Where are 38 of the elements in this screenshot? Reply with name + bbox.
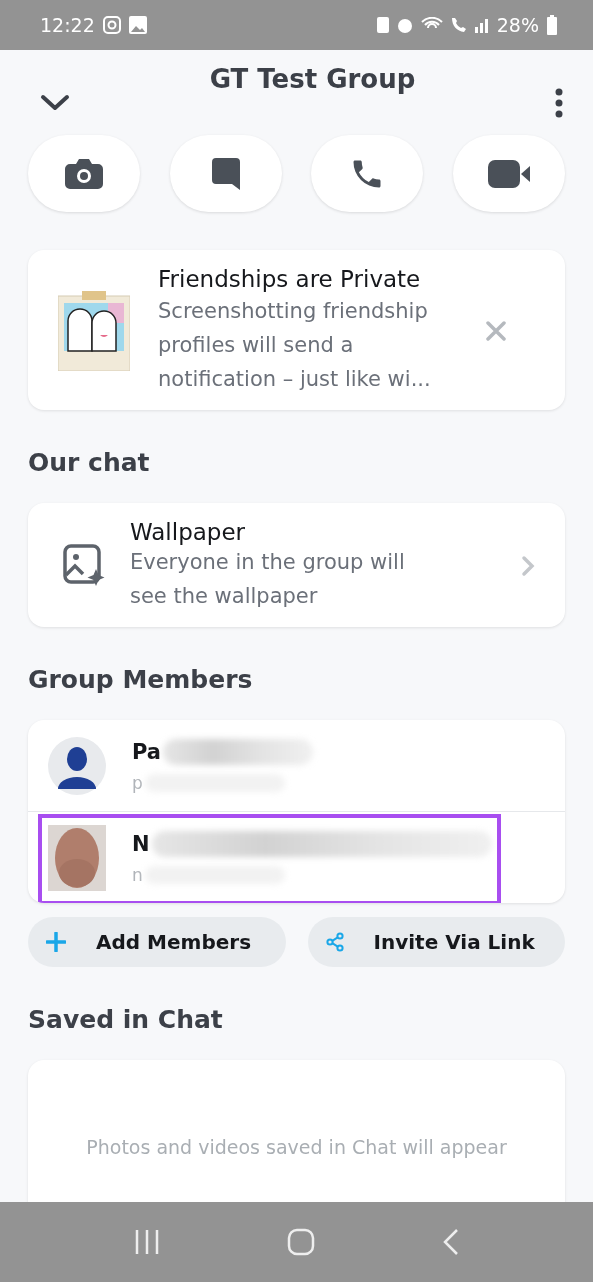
section-heading: Saved in Chat bbox=[28, 1005, 224, 1034]
image-icon bbox=[128, 16, 147, 34]
wifi-call-icon bbox=[450, 17, 467, 33]
empty-state-text: Photos and videos saved in Chat will appear bbox=[86, 1136, 507, 1160]
more-options-icon[interactable] bbox=[555, 88, 563, 118]
share-icon bbox=[325, 932, 344, 952]
item-title: Wallpaper bbox=[130, 519, 247, 545]
chevron-down-icon[interactable] bbox=[40, 94, 70, 112]
recent-apps-icon[interactable] bbox=[133, 1229, 160, 1255]
wallpaper-item[interactable]: Wallpaper Everyone in the group will see the wallpaper bbox=[28, 503, 565, 627]
call-button[interactable] bbox=[311, 135, 424, 212]
section-heading: Our chat bbox=[28, 448, 151, 477]
camera-app-icon bbox=[102, 16, 121, 34]
group-title: GT Test Group bbox=[209, 64, 416, 94]
member-name: N bbox=[132, 830, 492, 857]
camera-icon bbox=[64, 157, 104, 190]
notice-title: Friendships are Private bbox=[158, 266, 422, 292]
avatar-silhouette-icon bbox=[48, 736, 106, 795]
notice-text: Screenshotting friendship profiles will send a notification – just like wi... bbox=[158, 298, 432, 393]
item-subtitle: Everyone in the group will see the wallpaper bbox=[130, 549, 406, 610]
chevron-right-icon bbox=[521, 555, 535, 577]
chat-button[interactable] bbox=[169, 135, 282, 212]
invite-link-button[interactable]: Invite Via Link bbox=[307, 917, 565, 967]
member-username: n bbox=[132, 864, 492, 885]
camera-button[interactable] bbox=[28, 135, 140, 212]
battery-percent: 28% bbox=[496, 14, 539, 36]
signal-icon bbox=[474, 17, 489, 33]
video-camera-icon bbox=[487, 159, 530, 188]
video-button[interactable] bbox=[452, 135, 565, 212]
member-name: Pa bbox=[132, 738, 313, 765]
plus-icon bbox=[46, 932, 66, 952]
home-icon[interactable] bbox=[286, 1228, 315, 1256]
back-icon[interactable] bbox=[441, 1228, 460, 1256]
add-members-button[interactable]: Add Members bbox=[28, 917, 286, 967]
section-heading: Group Members bbox=[28, 665, 254, 694]
chat-bubble-icon bbox=[210, 156, 241, 191]
battery-icon bbox=[547, 15, 557, 35]
clock: 12:22 bbox=[40, 14, 95, 36]
